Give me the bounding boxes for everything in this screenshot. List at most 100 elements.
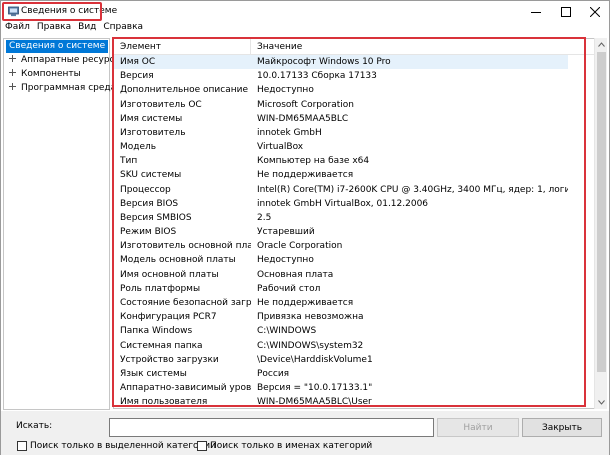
search-selected-category-checkbox[interactable] [17, 441, 27, 451]
table-row[interactable]: Имя основной платы Основная плата [114, 268, 568, 282]
menu-view[interactable]: Вид [74, 21, 99, 35]
table-row[interactable]: Изготовитель innotek GmbH [114, 126, 568, 140]
row-item-cell: Версия SMBIOS [120, 212, 192, 223]
tree-item-components[interactable]: Компоненты [8, 68, 81, 81]
table-row[interactable]: Конфигурация PCR7 Привязка невозможна [114, 310, 568, 324]
category-tree: Сведения о системе Аппаратные ресурсы Ко… [3, 38, 122, 410]
find-button[interactable]: Найти [437, 418, 519, 437]
maximize-button[interactable] [551, 1, 580, 23]
row-value-cell: Версия = "10.0.17133.1" [257, 383, 373, 394]
table-row[interactable]: Версия 10.0.17133 Сборка 17133 [114, 69, 568, 83]
row-value-cell: C:\WINDOWS\system32 [257, 340, 364, 351]
row-item-cell: Устройство загрузки [120, 354, 219, 365]
row-item-cell: Версия BIOS [120, 198, 179, 209]
search-panel: Искать: Найти Закрыть Поиск только в выд… [1, 411, 609, 455]
row-value-cell: \Device\HarddiskVolume1 [257, 354, 373, 365]
menu-help[interactable]: Справка [99, 21, 146, 35]
table-row[interactable]: Модель основной платы Недоступно [114, 253, 568, 267]
row-item-cell: Папка Windows [120, 326, 193, 337]
scrollbar-thumb[interactable] [597, 52, 606, 372]
table-row[interactable]: Имя ОС Майкрософт Windows 10 Pro [114, 55, 568, 70]
search-label: Искать: [16, 421, 53, 431]
table-row[interactable]: Папка Windows C:\WINDOWS [114, 324, 568, 338]
row-item-cell: Режим BIOS [120, 227, 177, 238]
table-row[interactable]: Дополнительное описание ОС Недоступно [114, 83, 568, 97]
chevron-down-icon [598, 400, 605, 405]
close-search-button[interactable]: Закрыть [522, 418, 602, 437]
row-item-cell: Версия [120, 71, 154, 82]
row-item-cell: Имя ОС [120, 57, 156, 68]
row-item-cell: Модель [120, 142, 157, 153]
row-item-cell: Имя основной платы [120, 269, 219, 280]
vertical-scrollbar[interactable] [594, 38, 607, 409]
expand-plus-icon[interactable] [8, 54, 17, 63]
scroll-up-button[interactable] [595, 38, 608, 51]
row-value-cell: Oracle Corporation [257, 241, 343, 252]
search-selected-category-option[interactable]: Поиск только в выделенной категории [17, 440, 216, 452]
menu-edit[interactable]: Правка [33, 21, 74, 35]
tree-item-label: Компоненты [21, 69, 81, 79]
close-window-button[interactable] [580, 1, 609, 23]
table-row[interactable]: Изготовитель ОС Microsoft Corporation [114, 98, 568, 112]
tree-item-software-environment[interactable]: Программная среда [8, 82, 116, 95]
row-item-cell: Тип [120, 156, 138, 167]
table-row[interactable]: Язык системы Россия [114, 367, 568, 381]
row-item-cell: Системная папка [120, 340, 203, 351]
table-row[interactable]: Модель VirtualBox [114, 140, 568, 154]
row-item-cell: Аппаратно-зависимый уровен... [120, 383, 251, 394]
table-row[interactable]: Системная папка C:\WINDOWS\system32 [114, 338, 568, 352]
maximize-icon [560, 7, 571, 17]
row-value-cell: Не поддерживается [257, 170, 354, 181]
title-bar: Сведения о системе [1, 1, 609, 23]
search-input[interactable] [109, 418, 434, 437]
row-value-cell: Майкрософт Windows 10 Pro [257, 57, 391, 68]
row-item-cell: Имя пользователя [120, 397, 208, 408]
table-row[interactable]: Версия BIOS innotek GmbH VirtualBox, 01.1… [114, 197, 568, 211]
menu-bar: Файл Правка Вид Справка [1, 21, 609, 35]
row-item-cell: Изготовитель основной платы [120, 241, 251, 252]
tree-item-system-summary[interactable]: Сведения о системе [6, 40, 109, 53]
table-row[interactable]: Тип Компьютер на базе x64 [114, 154, 568, 168]
row-item-cell: Модель основной платы [120, 255, 236, 266]
table-row[interactable]: Режим BIOS Устаревший [114, 225, 568, 239]
table-row[interactable]: Роль платформы Рабочий стол [114, 282, 568, 296]
close-icon [589, 7, 600, 17]
table-row[interactable]: Изготовитель основной платы Oracle Corpor… [114, 239, 568, 253]
row-item-cell: Процессор [120, 184, 171, 195]
row-item-cell: Изготовитель [120, 127, 186, 138]
table-row[interactable]: Версия SMBIOS 2.5 [114, 211, 568, 225]
row-value-cell: Основная плата [257, 269, 334, 280]
row-value-cell: Не поддерживается [257, 298, 354, 308]
table-row[interactable]: Имя пользователя WIN-DM65MAA5BLC\User [114, 395, 568, 408]
table-row[interactable]: Имя системы WIN-DM65MAA5BLC [114, 112, 568, 126]
row-value-cell: innotek GmbH VirtualBox, 01.12.2006 [257, 198, 429, 209]
table-row[interactable]: Процессор Intel(R) Core(TM) i7-2600K CPU … [114, 183, 568, 197]
expand-plus-icon[interactable] [8, 82, 17, 91]
minimize-button[interactable] [521, 1, 550, 23]
row-item-cell: Состояние безопасной загруз [120, 298, 251, 308]
table-row[interactable]: Аппаратно-зависимый уровен... Версия = "1… [114, 381, 568, 395]
scroll-down-button[interactable] [595, 396, 608, 409]
tree-item-hardware-resources[interactable]: Аппаратные ресурсы [8, 54, 122, 67]
search-category-names-label: Поиск только в именах категорий [210, 441, 373, 451]
menu-file[interactable]: Файл [1, 21, 33, 35]
search-category-names-option[interactable]: Поиск только в именах категорий [197, 440, 372, 452]
row-value-cell: Россия [257, 368, 290, 379]
chevron-up-icon [598, 42, 605, 47]
row-item-cell: SKU системы [120, 170, 182, 181]
column-header-value[interactable]: Значение [251, 39, 561, 54]
tree-item-label: Аппаратные ресурсы [21, 55, 122, 65]
tree-item-label: Программная среда [21, 83, 117, 93]
table-row[interactable]: Устройство загрузки \Device\HarddiskVolum… [114, 353, 568, 367]
search-category-names-checkbox[interactable] [197, 441, 207, 451]
row-value-cell: Intel(R) Core(TM) i7-2600K CPU @ 3.40GHz… [257, 184, 568, 195]
expand-plus-icon[interactable] [8, 68, 17, 77]
table-row[interactable]: SKU системы Не поддерживается [114, 168, 568, 182]
row-value-cell: 2.5 [257, 212, 272, 223]
row-value-cell: Недоступно [257, 255, 314, 266]
title-highlight-box [2, 2, 102, 21]
minimize-icon [530, 12, 541, 13]
table-row[interactable]: Состояние безопасной загруз Не поддержива… [114, 296, 568, 310]
row-value-cell: 10.0.17133 Сборка 17133 [257, 71, 377, 82]
column-header-item[interactable]: Элемент [114, 39, 251, 54]
